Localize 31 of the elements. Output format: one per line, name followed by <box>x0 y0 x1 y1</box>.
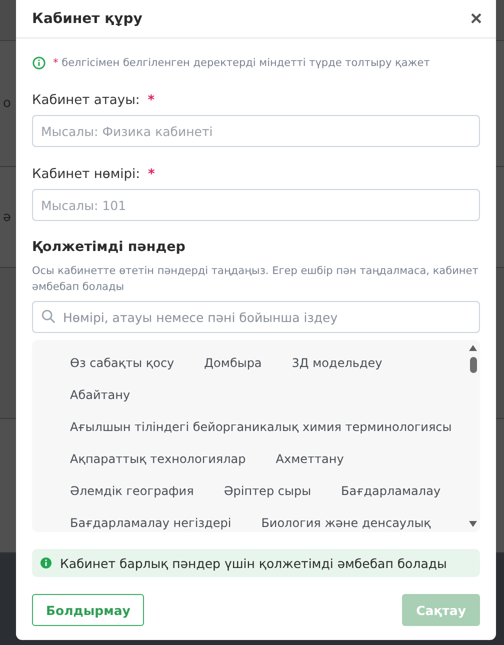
subject-item[interactable]: Домбыра <box>204 353 262 373</box>
dialog-title: Кабинет құру <box>32 10 142 26</box>
input-field[interactable]: Мысалы: Физика кабинеті <box>32 115 480 147</box>
input-field[interactable]: Мысалы: 101 <box>32 189 480 221</box>
field-label: Кабинет нөмірі: <box>32 166 140 182</box>
info-text: Кабинет барлық пәндер үшін қолжетімді әмбебап болады <box>60 556 447 570</box>
info-icon <box>40 557 52 569</box>
scroll-up-icon[interactable] <box>468 344 478 352</box>
subject-item[interactable]: Ағылшын тіліндегі бейорганикалық химия терминологиясы <box>70 417 452 437</box>
search-icon <box>41 309 56 324</box>
close-button[interactable]: × <box>468 8 484 28</box>
scroll-thumb[interactable] <box>470 357 476 373</box>
subject-item[interactable]: Өз сабақты қосу <box>70 353 174 373</box>
section-description: Осы кабинетте өтетін пәндерді таңдаңыз. Егер ешбір пән таңдалмаса, кабинет әмбебап болады <box>32 264 480 295</box>
subject-item[interactable]: Бағдарламалау <box>341 481 441 501</box>
field-label: Кабинет атауы: <box>32 92 140 108</box>
section-title: Қолжетімді пәндер <box>32 239 186 257</box>
subject-item[interactable]: Әріптер сыры <box>224 481 312 501</box>
subject-item[interactable]: 3Д модельдеу <box>292 353 382 373</box>
subject-item[interactable]: Ақпараттық технологиялар <box>70 449 246 469</box>
required-mark: * <box>148 92 155 108</box>
subject-item[interactable]: Бағдарламалау негіздері <box>70 513 232 532</box>
subject-item[interactable]: Абайтану <box>70 385 130 405</box>
scroll-down-icon[interactable] <box>468 520 478 528</box>
subject-item[interactable]: Әлемдік география <box>70 481 194 501</box>
info-icon <box>32 56 46 70</box>
required-mark: * <box>148 166 155 182</box>
search-field[interactable]: Нөмірі, атауы немесе пәні бойынша іздеу <box>32 301 480 333</box>
subject-item[interactable]: Ахметтану <box>276 449 344 469</box>
subject-item[interactable]: Биология және денсаулық <box>261 513 431 532</box>
required-note: * белгісімен белгіленген деректерді міндетті түрде толтыру қажет <box>53 57 430 69</box>
